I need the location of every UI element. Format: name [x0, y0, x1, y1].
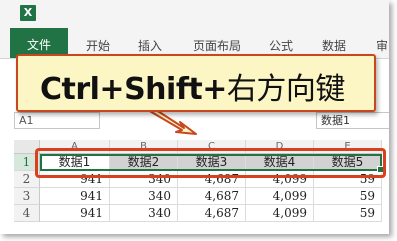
excel-window: X 文件 开始 插入 页面布局 公式 数据 审 A1 数据1 A B C D E…: [0, 0, 389, 234]
shortcut-text: Ctrl+Shift+右方向键: [40, 64, 345, 108]
shortcut-keys: Ctrl+Shift+: [40, 72, 227, 107]
pointer-arrow-icon: [147, 105, 197, 135]
shortcut-callout: Ctrl+Shift+右方向键: [16, 54, 376, 112]
shortcut-key-label: 右方向键: [226, 72, 346, 107]
